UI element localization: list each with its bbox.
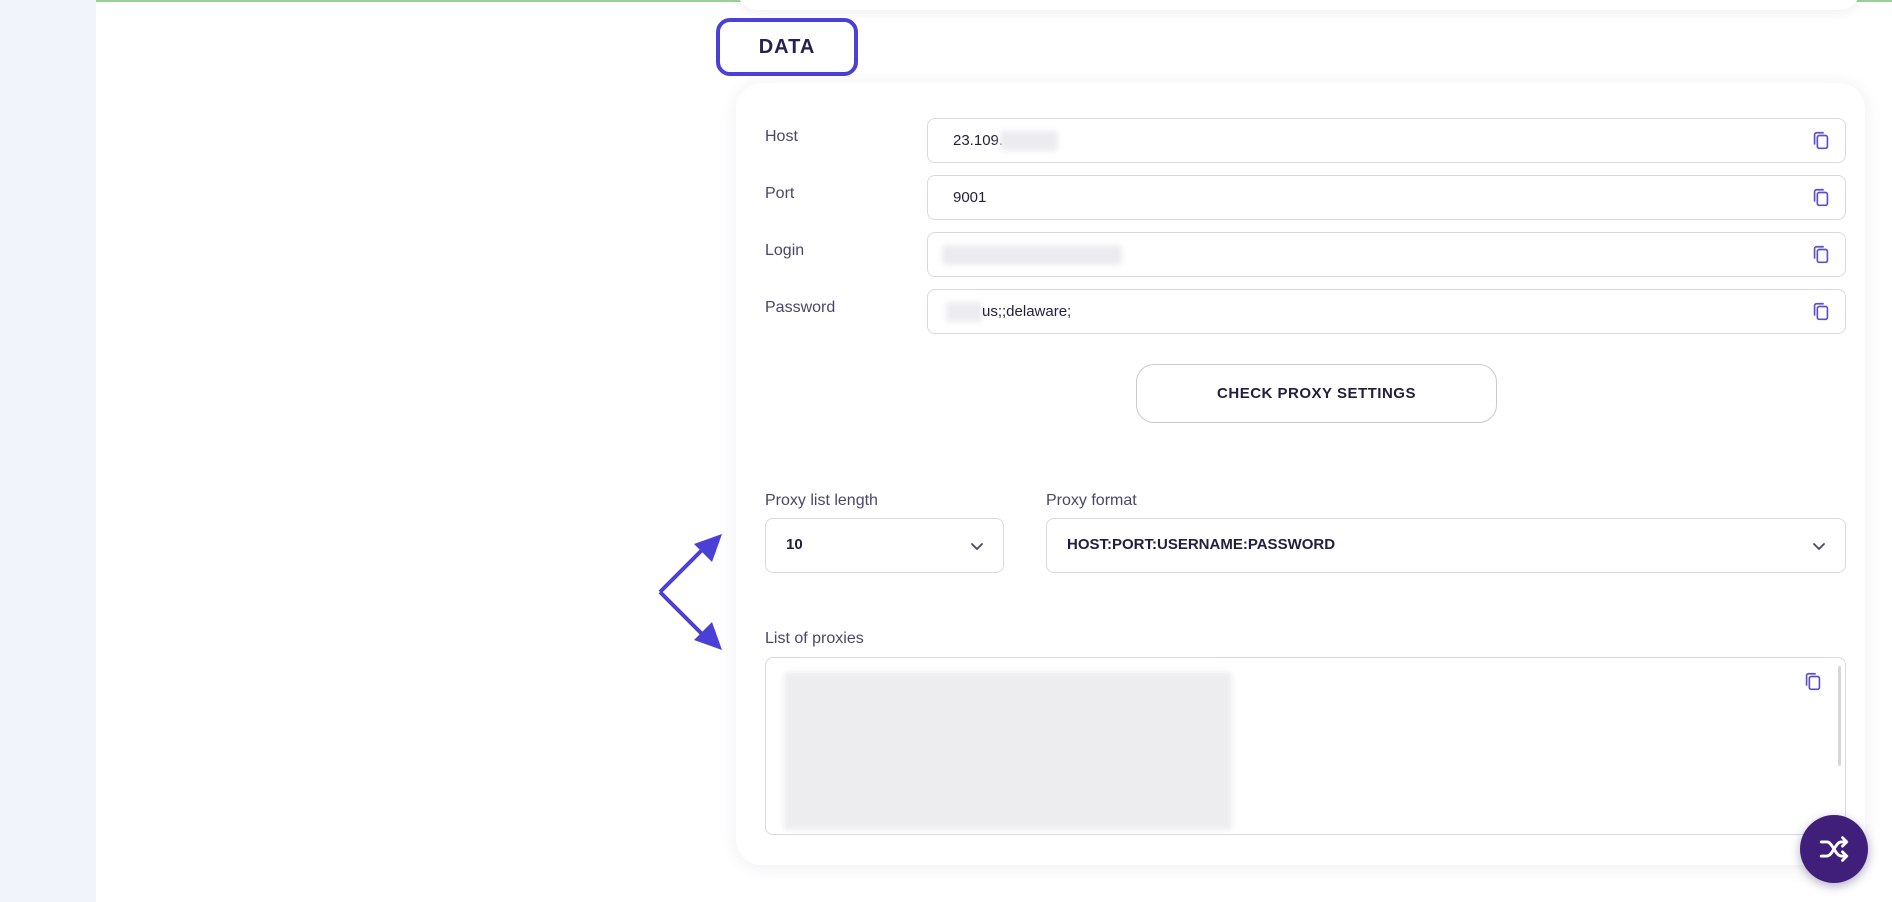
copy-icon[interactable] bbox=[1810, 130, 1832, 152]
copy-icon[interactable] bbox=[1810, 301, 1832, 323]
password-redacted bbox=[946, 302, 982, 322]
proxy-format-select[interactable]: HOST:PORT:USERNAME:PASSWORD bbox=[1046, 518, 1846, 573]
shuffle-icon bbox=[1819, 836, 1849, 862]
port-label: Port bbox=[765, 185, 795, 202]
shuffle-button[interactable] bbox=[1800, 815, 1868, 883]
proxy-list-label: List of proxies bbox=[765, 630, 864, 647]
copy-icon[interactable] bbox=[1802, 671, 1824, 693]
copy-icon[interactable] bbox=[1810, 187, 1832, 209]
password-label: Password bbox=[765, 299, 836, 316]
chevron-down-icon bbox=[971, 543, 983, 550]
proxy-format-label: Proxy format bbox=[1046, 492, 1137, 509]
copy-icon[interactable] bbox=[1810, 244, 1832, 266]
left-sidebar bbox=[0, 0, 96, 902]
host-value: 23.109. bbox=[953, 132, 1004, 149]
host-field[interactable]: 23.109. bbox=[927, 118, 1846, 163]
password-value: us;;delaware; bbox=[982, 303, 1072, 320]
proxy-list-length-select[interactable]: 10 bbox=[765, 518, 1004, 573]
proxy-list-redacted bbox=[784, 672, 1232, 830]
login-redacted bbox=[942, 245, 1122, 265]
arrow-icon bbox=[658, 534, 722, 650]
host-label: Host bbox=[765, 128, 798, 145]
login-label: Login bbox=[765, 242, 805, 259]
data-section-tab-label: DATA bbox=[758, 35, 816, 58]
login-field[interactable] bbox=[927, 232, 1846, 277]
password-field[interactable]: us;;delaware; bbox=[927, 289, 1846, 334]
data-section-tab[interactable]: DATA bbox=[716, 18, 858, 76]
proxy-list-length-label: Proxy list length bbox=[765, 492, 878, 509]
port-value: 9001 bbox=[953, 189, 987, 206]
previous-card-edge bbox=[736, 0, 1861, 10]
proxy-list-textarea[interactable] bbox=[765, 657, 1846, 835]
port-field[interactable]: 9001 bbox=[927, 175, 1846, 220]
chevron-down-icon bbox=[1813, 543, 1825, 550]
check-proxy-settings-button[interactable]: CHECK PROXY SETTINGS bbox=[1136, 364, 1497, 423]
host-redacted bbox=[1000, 131, 1058, 151]
proxy-list-length-value: 10 bbox=[786, 536, 803, 553]
proxy-list-scrollbar[interactable] bbox=[1838, 666, 1841, 766]
proxy-format-value: HOST:PORT:USERNAME:PASSWORD bbox=[1067, 536, 1336, 553]
